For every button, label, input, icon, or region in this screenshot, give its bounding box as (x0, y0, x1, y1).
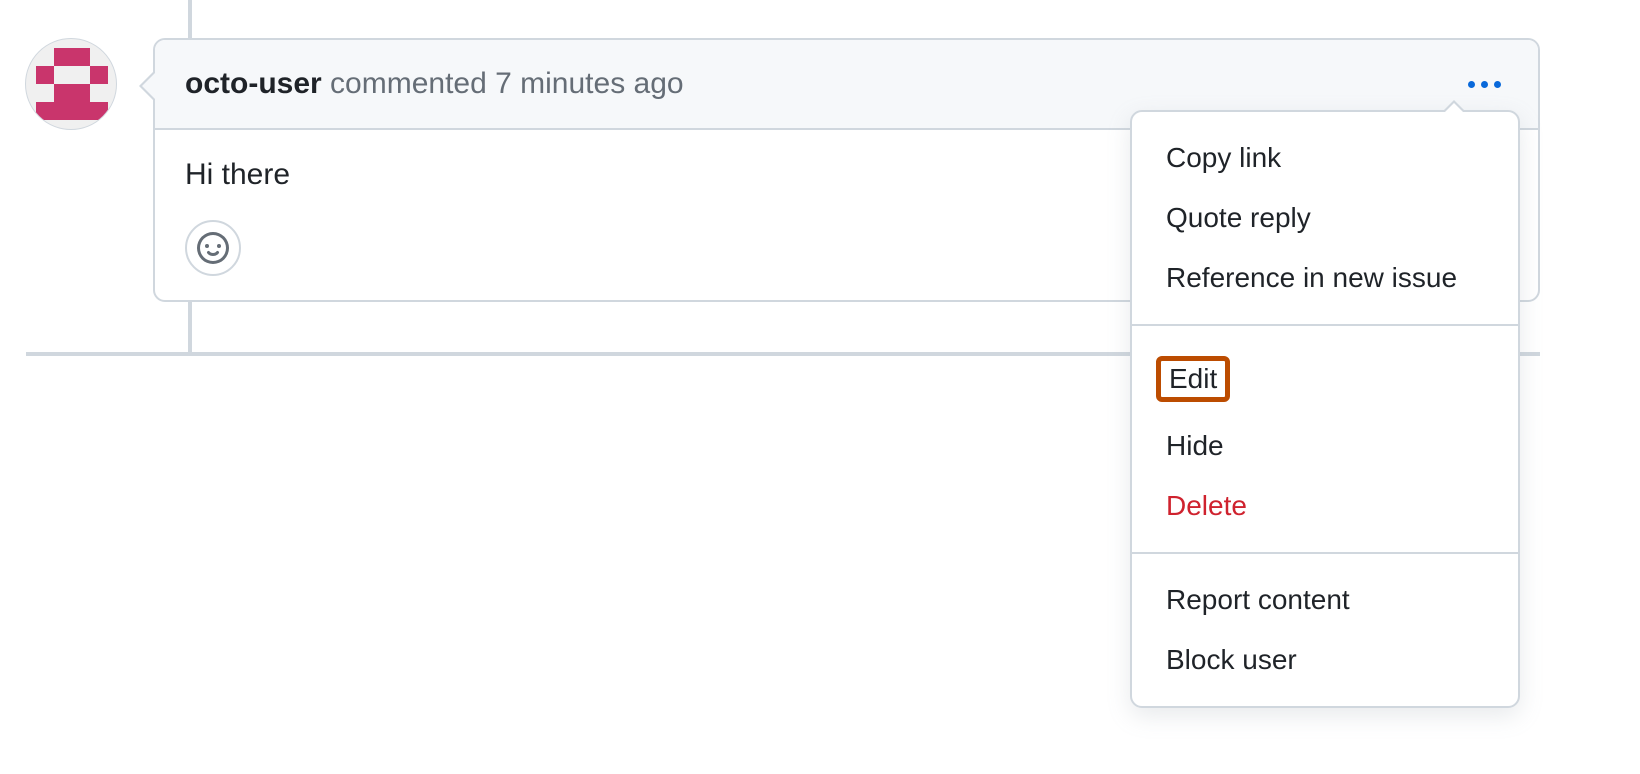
menu-item-hide[interactable]: Hide (1132, 416, 1518, 476)
comment-timestamp[interactable]: 7 minutes ago (495, 67, 683, 100)
menu-item-edit[interactable]: Edit (1132, 342, 1518, 416)
menu-item-report-content[interactable]: Report content (1132, 570, 1518, 630)
menu-item-block-user[interactable]: Block user (1132, 630, 1518, 690)
kebab-menu-button[interactable] (1460, 60, 1508, 108)
comment-action: commented (330, 67, 487, 100)
dropdown-divider (1132, 552, 1518, 554)
avatar-identicon (26, 39, 116, 129)
menu-item-reference-new-issue[interactable]: Reference in new issue (1132, 248, 1518, 308)
kebab-icon (1468, 81, 1501, 88)
menu-item-quote-reply[interactable]: Quote reply (1132, 188, 1518, 248)
comment-arrow (139, 70, 155, 102)
menu-item-copy-link[interactable]: Copy link (1132, 128, 1518, 188)
comment-wrapper: octo-user commented 7 minutes ago Hi the… (25, 38, 1540, 302)
comment-header-text: octo-user commented 7 minutes ago (185, 67, 684, 101)
menu-item-delete[interactable]: Delete (1132, 476, 1518, 536)
edit-highlight: Edit (1156, 356, 1230, 402)
smiley-icon (197, 232, 229, 264)
comment-actions-dropdown: Copy link Quote reply Reference in new i… (1130, 110, 1520, 708)
comment-username[interactable]: octo-user (185, 67, 322, 100)
dropdown-caret (1442, 100, 1466, 112)
add-reaction-button[interactable] (185, 220, 241, 276)
dropdown-divider (1132, 324, 1518, 326)
comment-box: octo-user commented 7 minutes ago Hi the… (153, 38, 1540, 302)
avatar[interactable] (25, 38, 117, 130)
